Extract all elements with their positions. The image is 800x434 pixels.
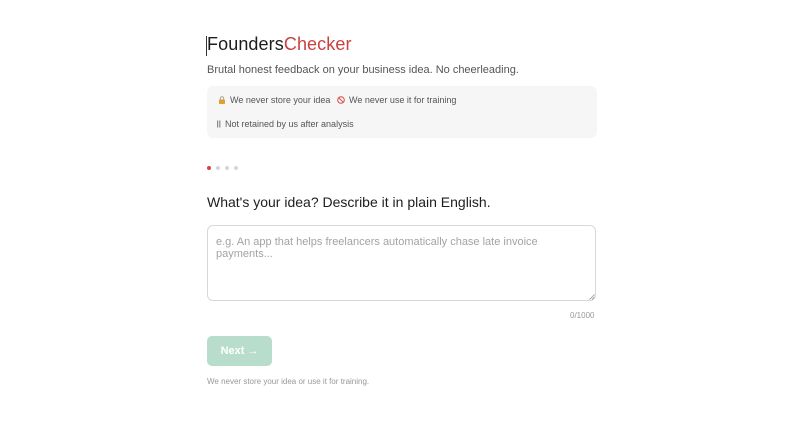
privacy-item-label: Not retained by us after analysis <box>225 119 354 129</box>
bars-icon <box>217 120 221 128</box>
privacy-item-training: We never use it for training <box>337 95 456 105</box>
brand-name-part1: Founders <box>207 34 284 54</box>
brand-name-part2: Checker <box>283 34 352 54</box>
tagline: Brutal honest feedback on your business … <box>207 64 519 76</box>
privacy-item-retention: Not retained by us after analysis <box>217 119 354 129</box>
privacy-panel: We never store your idea We never use it… <box>207 86 597 138</box>
step-dot-4 <box>234 166 238 170</box>
resize-handle-icon[interactable] <box>589 294 595 300</box>
step-dot-1 <box>207 166 211 170</box>
footer-note: We never store your idea or use it for t… <box>207 377 370 386</box>
question-heading: What's your idea? Describe it in plain E… <box>207 194 491 210</box>
character-counter: 0/1000 <box>570 311 595 320</box>
privacy-item-label: We never use it for training <box>349 95 457 105</box>
prohibited-icon <box>337 96 345 104</box>
brand-logo: FoundersChecker <box>207 34 352 55</box>
step-indicator <box>207 166 238 170</box>
idea-textarea[interactable] <box>207 225 596 301</box>
step-dot-3 <box>225 166 229 170</box>
lock-icon <box>219 96 225 104</box>
arrow-right-icon: → <box>247 345 259 357</box>
next-button-label: Next <box>220 345 245 357</box>
step-dot-2 <box>216 166 220 170</box>
privacy-item-label: We never store your idea <box>230 95 331 105</box>
privacy-item-store: We never store your idea <box>218 95 330 105</box>
next-button[interactable]: Next → <box>207 336 272 366</box>
